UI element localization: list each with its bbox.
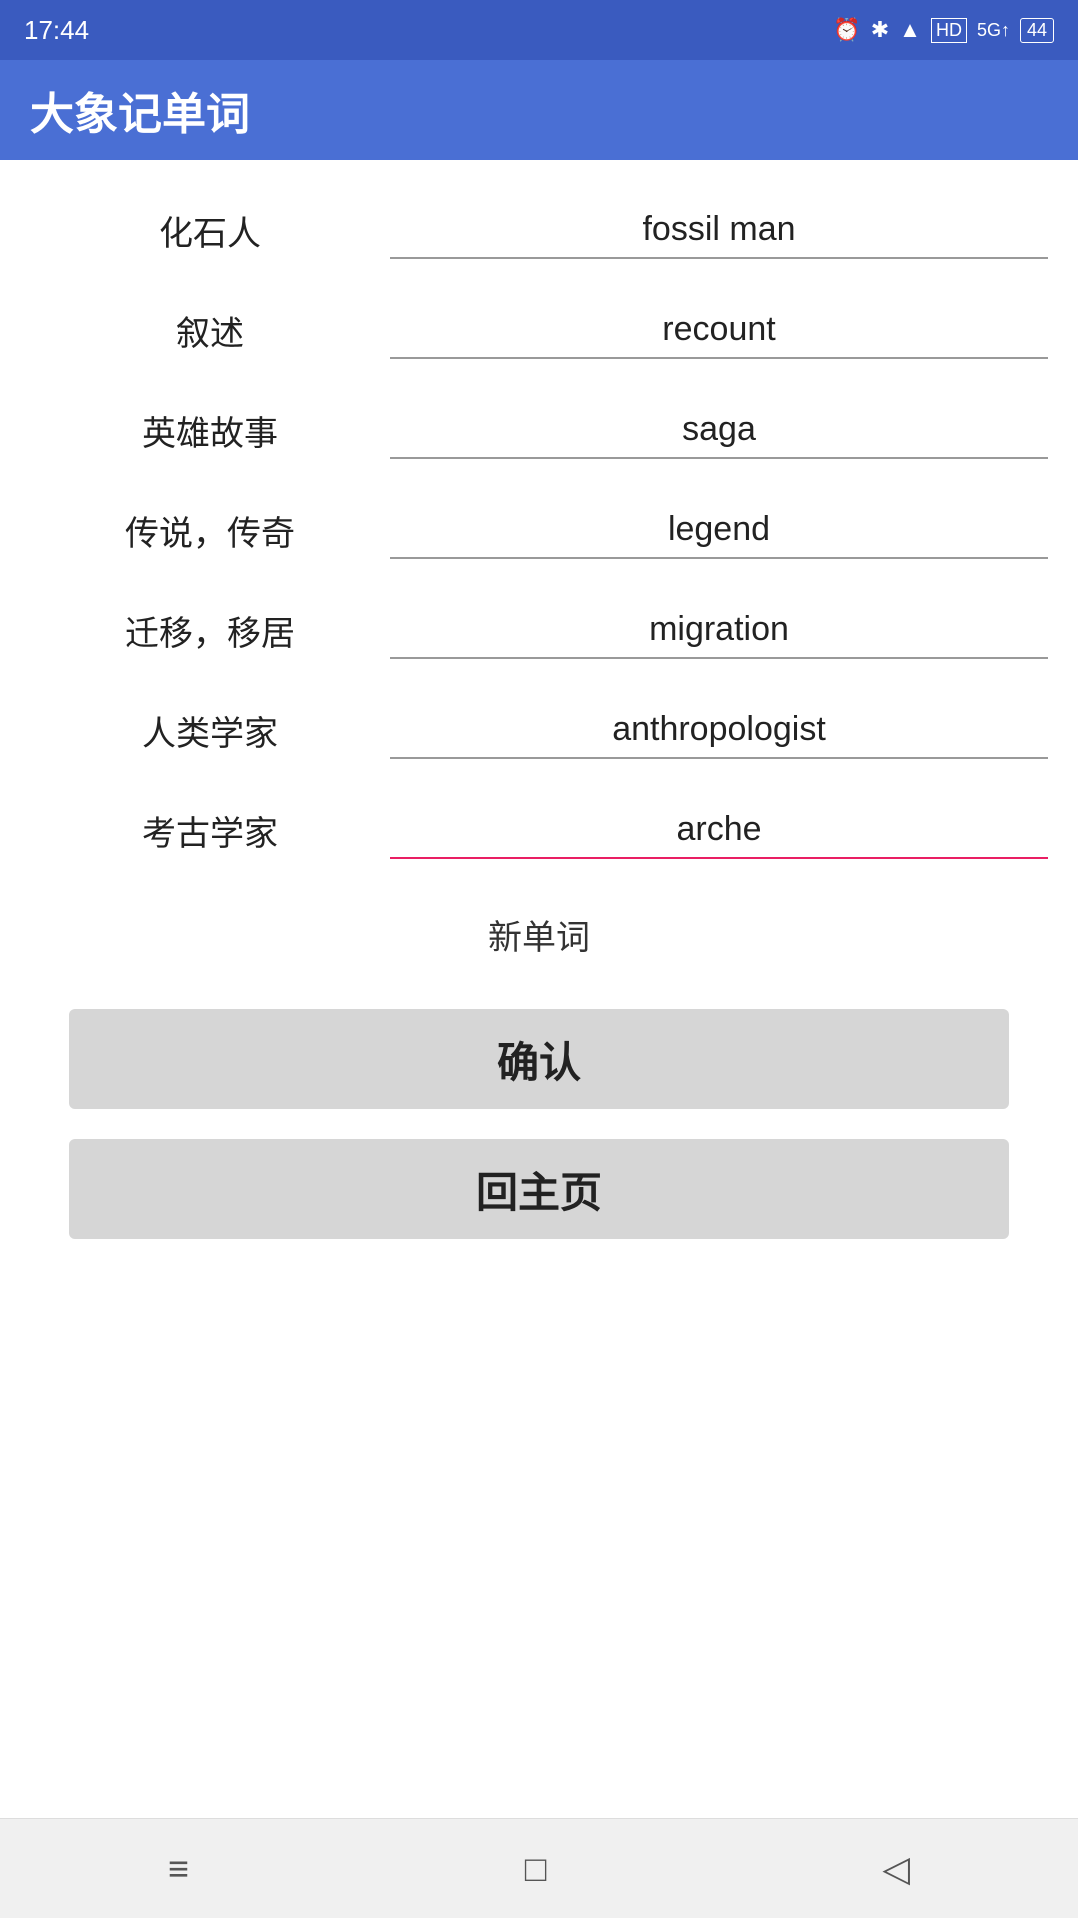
chinese-label: 人类学家	[30, 706, 390, 755]
status-bar: 17:44 ⏰ ✱ ▲ HD 5G↑ 44	[0, 0, 1078, 60]
hd-icon: HD	[931, 18, 967, 43]
chinese-label: 迁移，移居	[30, 606, 390, 655]
status-icons: ⏰ ✱ ▲ HD 5G↑ 44	[833, 17, 1054, 43]
nav-bar: ≡ □ ◁	[0, 1818, 1078, 1918]
alarm-icon: ⏰	[833, 17, 860, 43]
app-title: 大象记单词	[30, 78, 250, 142]
wifi-icon: ▲	[899, 17, 921, 43]
word-row: 化石人	[0, 180, 1078, 280]
main-content: 化石人叙述英雄故事传说，传奇迁移，移居人类学家考古学家 新单词 确认 回主页	[0, 160, 1078, 1918]
menu-icon[interactable]: ≡	[168, 1848, 189, 1890]
word-row: 英雄故事	[0, 380, 1078, 480]
english-input[interactable]	[390, 202, 1048, 259]
buttons-section: 确认 回主页	[0, 989, 1078, 1259]
english-input[interactable]	[390, 302, 1048, 359]
back-icon[interactable]: ◁	[882, 1848, 910, 1890]
word-row: 迁移，移居	[0, 580, 1078, 680]
chinese-label: 叙述	[30, 306, 390, 355]
english-input[interactable]	[390, 402, 1048, 459]
english-input[interactable]	[390, 602, 1048, 659]
chinese-label: 英雄故事	[30, 406, 390, 455]
app-bar: 大象记单词	[0, 60, 1078, 160]
english-input[interactable]	[390, 802, 1048, 859]
word-row: 传说，传奇	[0, 480, 1078, 580]
chinese-label: 传说，传奇	[30, 506, 390, 555]
battery-icon: 44	[1020, 18, 1054, 43]
word-rows: 化石人叙述英雄故事传说，传奇迁移，移居人类学家考古学家	[0, 180, 1078, 880]
new-word-section: 新单词	[0, 880, 1078, 989]
home-button[interactable]: 回主页	[69, 1139, 1009, 1239]
english-input[interactable]	[390, 502, 1048, 559]
word-row: 人类学家	[0, 680, 1078, 780]
chinese-label: 考古学家	[30, 806, 390, 855]
word-row: 叙述	[0, 280, 1078, 380]
word-row: 考古学家	[0, 780, 1078, 880]
status-time: 17:44	[24, 15, 89, 46]
bluetooth-icon: ✱	[871, 17, 889, 43]
confirm-button[interactable]: 确认	[69, 1009, 1009, 1109]
new-word-label: 新单词	[488, 910, 590, 959]
home-nav-icon[interactable]: □	[525, 1848, 547, 1890]
chinese-label: 化石人	[30, 206, 390, 255]
signal-icon: 5G↑	[977, 20, 1010, 41]
english-input[interactable]	[390, 702, 1048, 759]
